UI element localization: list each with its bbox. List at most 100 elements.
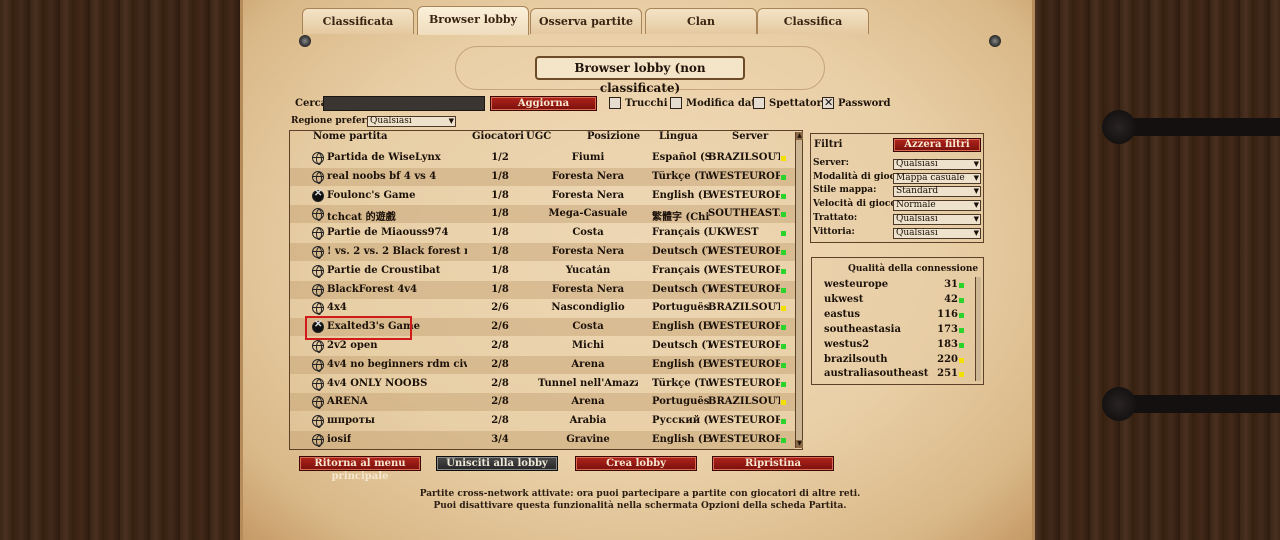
column-header-ugc[interactable]: UGC [526,131,551,142]
status-indicator [959,327,964,333]
filter-select[interactable]: Standard ▼ [893,186,981,198]
status-indicator [781,193,786,199]
filter-select[interactable]: Qualsiasi ▼ [893,213,981,225]
checkbox-label: Spettatori [769,98,826,109]
cell-name: ARENA [327,396,368,408]
connection-scrollbar[interactable] [975,277,981,381]
cell-server: WESTEUROPE [708,189,780,201]
scroll-up-icon[interactable]: ▲ [796,132,803,140]
cell-name: 2v2 open [327,340,378,351]
globe-icon [312,283,324,297]
table-row[interactable]: 4x4 2/6 Nascondiglio Português-BBRAZILSOUTH [290,299,795,317]
column-header-language[interactable]: Lingua [659,131,698,142]
create-lobby-button[interactable]: Crea lobby [575,456,697,471]
filter-select-value: Qualsiasi [896,159,938,169]
column-header-players[interactable]: Giocatori [472,131,524,142]
refresh-button[interactable]: Aggiorna [490,96,597,111]
table-row[interactable]: BlackForest 4v4 1/8 Foresta Nera Deutsch (T… [290,280,795,299]
table-row[interactable]: real noobs bf 4 vs 4 1/8 Foresta Nera Türkç… [290,167,795,186]
cell-position: Foresta Nera [551,189,625,201]
server-name: westus2 [824,338,870,350]
table-row[interactable]: 4v4 no beginners rdm civ 2/8 Arena English … [290,355,795,374]
filter-select-value: Qualsiasi [896,213,938,224]
status-indicator [781,212,786,218]
connection-row: australiasoutheast 251 [824,368,964,382]
filter-select[interactable]: Qualsiasi ▼ [893,159,981,170]
column-header-server[interactable]: Server [732,131,768,142]
hinge-icon [1102,387,1280,421]
status-indicator [781,268,786,274]
tab-browser-lobby[interactable]: Browser lobby [417,6,529,35]
join-lobby-button[interactable]: Unisciti alla lobby [436,456,558,471]
cell-language: Português-B [652,302,710,314]
cell-language: Deutsch (Tec [652,340,710,351]
cell-position: Nascondiglio [551,302,625,314]
table-row[interactable]: ! vs. 2 vs. 2 Black forest noobs 1/8 Fores… [290,243,795,261]
cell-server: BRAZILSOUTH [708,302,780,314]
globe-icon [312,358,324,372]
cell-name: Partie de Miaouss974 [327,227,449,239]
cell-players: 2/8 [491,340,509,351]
server-name: southeastasia [824,323,901,335]
hinge-icon [1102,110,1280,144]
restore-button[interactable]: Ripristina [712,456,834,471]
table-row[interactable]: шпроты 2/8 Arabia Русский (RuWESTEUROPE [290,412,795,430]
cell-server: WESTEUROPE [708,264,780,276]
globe-icon [312,152,324,165]
search-input[interactable] [323,96,485,111]
reset-filters-button[interactable]: Azzera filtri [893,138,981,152]
table-row[interactable]: Partie de Croustibat 1/8 Yucatán Français (… [290,262,795,280]
status-indicator [959,357,964,363]
cell-players: 2/8 [491,377,509,389]
tab-osserva-partite[interactable]: Osserva partite [530,8,642,34]
cell-server: BRAZILSOUTH [708,396,780,408]
connection-row: eastus 116 [824,309,964,323]
tab-classifica[interactable]: Classifica [757,8,869,34]
cell-server: WESTEUROPE [708,246,780,257]
cell-server: WESTEUROPE [708,283,780,295]
cell-players: 2/8 [491,358,509,370]
filter-select[interactable]: Normale ▼ [893,200,981,212]
cell-position: Gravine [566,434,610,445]
checkbox-label: Trucchi [625,98,668,109]
cell-players: 2/6 [491,321,509,333]
cell-players: 1/8 [491,283,509,295]
filter-select-value: Mappa casuale [896,172,965,183]
connection-row: westus2 183 [824,339,964,353]
table-row[interactable]: 4v4 ONLY NOOBS 2/8 Tunnel nell'Amazzonia Tü… [290,375,795,393]
cell-name: шпроты [327,415,375,427]
table-row[interactable]: tchcat 的遊戲 1/8 Mega-Casuale 繁體字 (ChinesSOUT… [290,205,795,224]
table-row[interactable]: Partida de WiseLynx 1/2 Fiumi Español (SpaB… [290,149,795,167]
checkbox-password[interactable] [822,96,834,109]
page-title: Browser lobby (non classificate) [535,56,745,95]
checkbox-modifica-dati[interactable] [670,97,682,109]
column-header-name[interactable]: Nome partita [313,131,388,142]
chevron-down-icon: ▼ [448,117,454,125]
region-select[interactable]: Qualsiasi ▼ [367,116,456,127]
filter-select[interactable]: Qualsiasi ▼ [893,227,981,239]
table-row[interactable]: Foulonc's Game 1/8 Foresta Nera English (En… [290,187,795,205]
scroll-down-icon[interactable]: ▼ [796,440,803,448]
connection-row: southeastasia 173 [824,324,964,338]
table-row[interactable]: iosif 3/4 Gravine English (EnglWESTEUROPE [290,431,795,449]
column-header-position[interactable]: Posizione [587,131,640,142]
server-ping: 173 [937,323,958,335]
rivet-icon [299,35,311,47]
tab-classificata[interactable]: Classificata [302,8,414,34]
table-row[interactable]: Partie de Miaouss974 1/8 Costa Français (Fr… [290,224,795,242]
cell-language: Deutsch (Tec [652,246,710,257]
filter-select-value: Standard [896,186,939,197]
status-indicator [959,372,964,378]
status-indicator [959,283,964,288]
back-to-menu-button[interactable]: Ritorna al menu principale [299,456,421,482]
filter-label: Modalità di gioco: [813,171,905,182]
checkbox-trucchi[interactable] [609,97,621,109]
selection-highlight [305,316,412,340]
tab-clan[interactable]: Clan [645,8,757,34]
status-indicator [781,438,786,443]
lobby-list-scrollbar[interactable]: ▲ ▼ [795,132,803,448]
filter-select[interactable]: Mappa casuale ▼ [893,172,981,184]
checkbox-spettatori[interactable] [753,97,765,109]
server-ping: 251 [937,368,958,380]
table-row[interactable]: ARENA 2/8 Arena Português-BBRAZILSOUTH [290,393,795,412]
